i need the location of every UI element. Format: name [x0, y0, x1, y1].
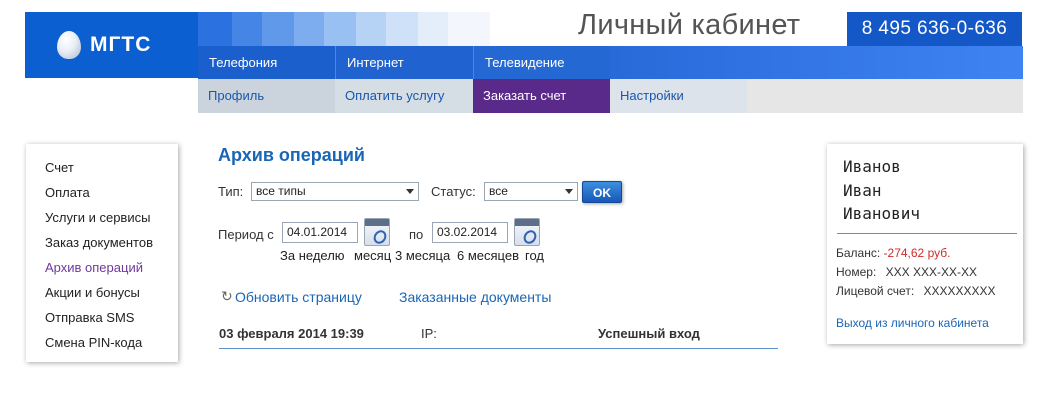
sidebar-item-archive[interactable]: Архив операций: [26, 255, 178, 280]
user-last-name: Иванов: [843, 157, 901, 176]
calendar-icon[interactable]: [364, 218, 390, 246]
type-select[interactable]: все типы: [251, 182, 419, 201]
date-to-input[interactable]: 03.02.2014: [432, 222, 508, 243]
chevron-down-icon: [406, 189, 414, 194]
number-label: Номер:: [836, 265, 877, 279]
number-value: XXX XXX-XX-XX: [885, 265, 977, 279]
period-year-link[interactable]: год: [525, 248, 544, 263]
nav-sub-order-bill[interactable]: Заказать счет: [473, 79, 610, 113]
nav-tab-telephony[interactable]: Телефония: [198, 46, 335, 79]
nav-tab-internet[interactable]: Интернет: [335, 46, 473, 79]
sidebar-item-sms[interactable]: Отправка SMS: [26, 305, 178, 330]
period-month-link[interactable]: месяц: [354, 248, 391, 263]
row-divider: [219, 348, 778, 349]
decorative-stripes: [198, 12, 490, 46]
phone-number: 8 495 636-0-636: [847, 12, 1022, 46]
nav-sub-pay[interactable]: Оплатить услугу: [335, 79, 473, 113]
card-divider: [837, 233, 1017, 234]
user-first-name: Иван: [843, 181, 882, 200]
period-6-months-link[interactable]: 6 месяцев: [457, 248, 519, 263]
to-label: по: [409, 227, 424, 242]
sidebar-item-payment[interactable]: Оплата: [26, 180, 178, 205]
user-card: Иванов Иван Иванович Баланс: -274,62 руб…: [827, 144, 1023, 344]
page-header-title: Личный кабинет: [578, 9, 801, 41]
ordered-documents-link[interactable]: Заказанные документы: [399, 289, 551, 305]
user-patronymic: Иванович: [843, 204, 921, 223]
sidebar-item-promotions[interactable]: Акции и бонусы: [26, 280, 178, 305]
operation-ip-label: IP:: [421, 326, 437, 341]
nav-sub-profile[interactable]: Профиль: [198, 79, 335, 113]
period-label: Период с: [218, 227, 274, 242]
account-value: XXXXXXXXX: [923, 284, 996, 298]
period-week-link[interactable]: За неделю: [280, 248, 345, 263]
operation-status: Успешный вход: [598, 326, 700, 341]
sidebar-item-pin[interactable]: Смена PIN-кода: [26, 330, 178, 355]
sidebar-item-documents[interactable]: Заказ документов: [26, 230, 178, 255]
egg-logo-icon: [57, 31, 81, 59]
status-select-value: все: [489, 184, 508, 198]
type-label: Тип:: [218, 184, 244, 199]
logout-link[interactable]: Выход из личного кабинета: [836, 316, 989, 330]
logo-text: МГТС: [90, 33, 152, 56]
refresh-page-link[interactable]: Обновить страницу: [235, 289, 362, 305]
nav-sub-settings[interactable]: Настройки: [610, 79, 747, 113]
period-3-months-link[interactable]: 3 месяца: [395, 248, 450, 263]
status-select[interactable]: все: [484, 182, 578, 201]
sidebar-item-services[interactable]: Услуги и сервисы: [26, 205, 178, 230]
calendar-icon[interactable]: [514, 218, 540, 246]
status-label: Статус:: [431, 184, 476, 199]
balance-line: Баланс: -274,62 руб.: [836, 246, 950, 260]
refresh-icon[interactable]: ↻: [221, 288, 233, 305]
sidebar: Счет Оплата Услуги и сервисы Заказ докум…: [26, 144, 178, 362]
ok-button[interactable]: OK: [582, 181, 622, 203]
account-line: Лицевой счет: XXXXXXXXX: [836, 284, 996, 298]
balance-value: -274,62 руб.: [883, 246, 951, 260]
logo[interactable]: МГТС: [25, 12, 198, 78]
chevron-down-icon: [565, 189, 573, 194]
balance-label: Баланс:: [836, 246, 881, 260]
operation-date: 03 февраля 2014 19:39: [219, 326, 364, 341]
page-title: Архив операций: [218, 145, 365, 165]
sidebar-item-bill[interactable]: Счет: [26, 155, 178, 180]
nav-tab-television[interactable]: Телевидение: [473, 46, 610, 79]
type-select-value: все типы: [256, 184, 306, 198]
account-label: Лицевой счет:: [836, 284, 915, 298]
date-from-input[interactable]: 04.01.2014: [282, 222, 358, 243]
number-line: Номер: XXX XXX-XX-XX: [836, 265, 977, 279]
